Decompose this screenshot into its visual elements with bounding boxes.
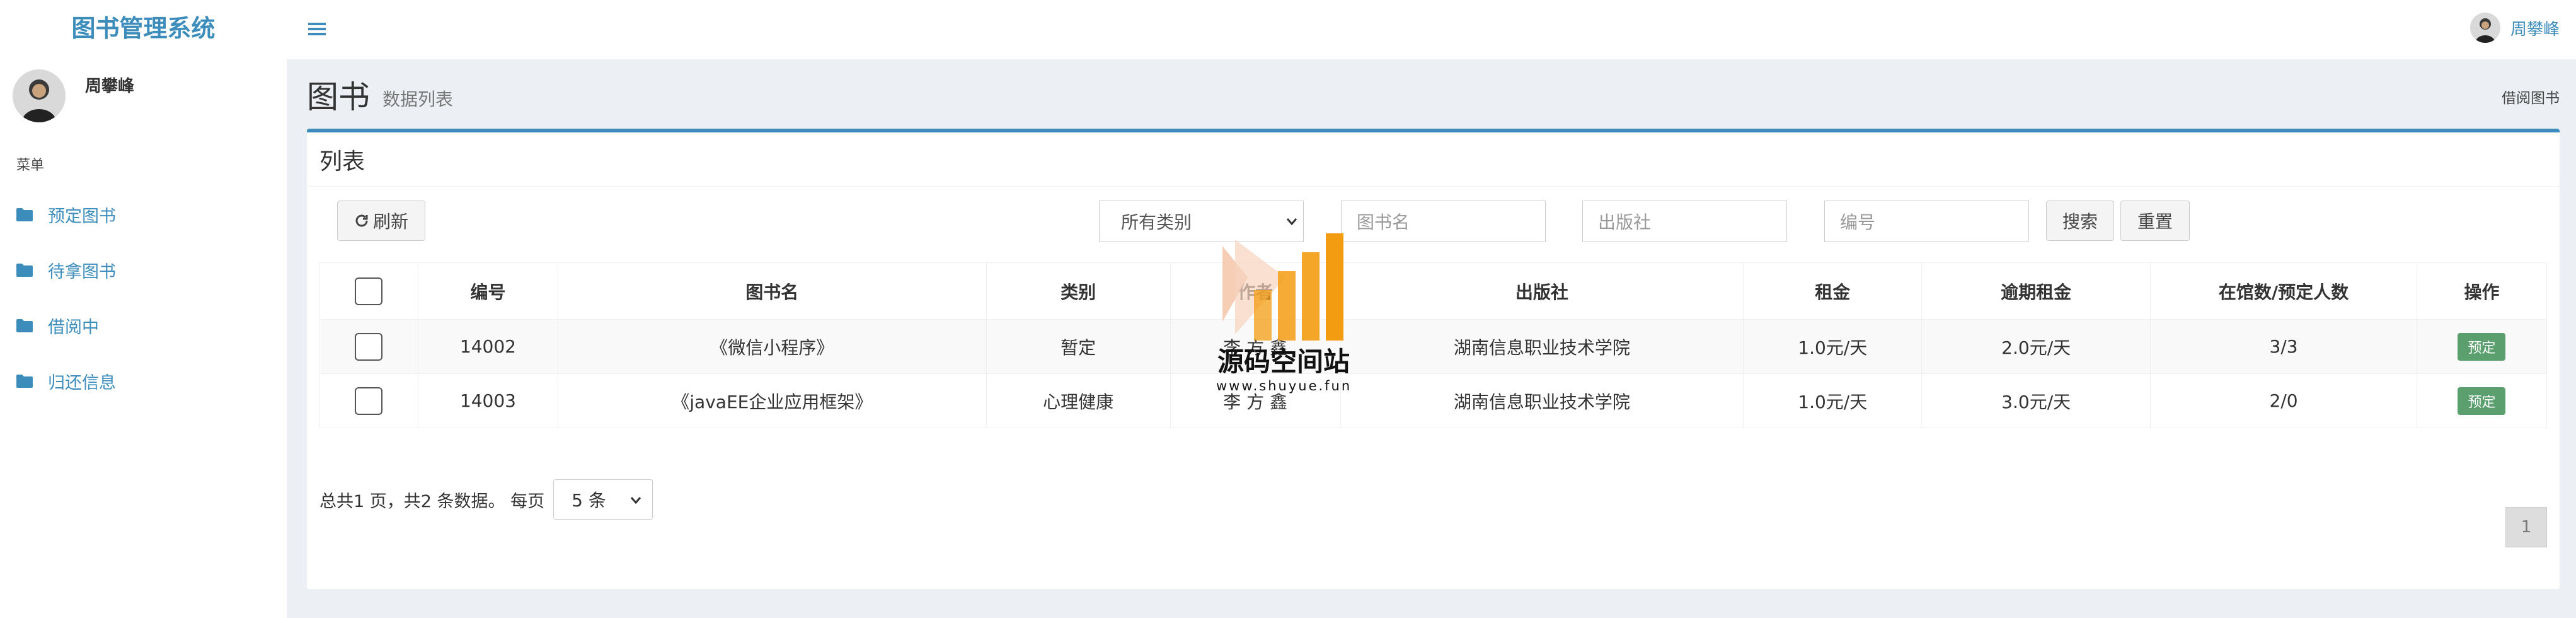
row-select-cell [319,373,418,428]
pagination-summary: 总共1 页，共2 条数据。 每页 [319,491,545,511]
header-rent: 租金 [1743,262,1923,320]
table-header-row: 编号 图书名 类别 作者 出版社 租金 逾期租金 在馆数/预定人数 操作 [319,262,2548,320]
cell-publisher: 湖南信息职业技术学院 [1340,373,1744,428]
hamburger-menu-icon[interactable] [306,18,328,40]
select-all-checkbox[interactable] [355,277,383,305]
chevron-down-icon [630,497,641,504]
cell-category: 暂定 [986,319,1171,374]
sidebar-item-label: 待拿图书 [48,262,116,282]
sidebar: 图书管理系统 周攀峰 菜单 预定图书 待拿图书 借阅中 归还信息 [0,0,287,618]
table-row: 14003 《javaEE企业应用框架》 心理健康 李 方 鑫 湖南信息职业技术… [319,373,2548,428]
box-title: 列表 [307,132,2560,187]
folder-icon [16,375,33,388]
page-size-select[interactable]: 5 条 [553,479,653,520]
row-select-cell [319,319,418,374]
folder-icon [16,208,33,221]
header-overdue-rent: 逾期租金 [1921,262,2151,320]
top-navbar: 周攀峰 [287,0,2576,59]
toolbar: 刷新 所有类别 图书名 出版社 编号 搜索 重置 [307,187,2560,260]
cell-book-name: 《javaEE企业应用框架》 [557,373,987,428]
top-user-name: 周攀峰 [2510,20,2560,39]
user-avatar [13,69,66,122]
cell-action: 预定 [2416,373,2548,428]
page-title: 图书 [307,79,370,115]
sidebar-item-return-info[interactable]: 归还信息 [0,353,287,409]
cell-overdue-rent: 3.0元/天 [1921,373,2151,428]
book-name-placeholder: 图书名 [1357,212,1410,233]
folder-icon [16,264,33,277]
category-select[interactable]: 所有类别 [1099,201,1304,242]
header-publisher: 出版社 [1340,262,1744,320]
cell-publisher: 湖南信息职业技术学院 [1340,319,1744,374]
user-panel: 周攀峰 [0,59,287,141]
content-header: 图书 数据列表 借阅图书 [307,69,2560,120]
sidebar-item-label: 借阅中 [48,317,99,337]
refresh-label: 刷新 [372,211,408,232]
pagination-page-1[interactable]: 1 [2505,507,2547,547]
sidebar-item-label: 预定图书 [48,206,116,226]
cell-action: 预定 [2416,319,2548,374]
header-number: 编号 [417,262,558,320]
page-subtitle: 数据列表 [382,89,454,110]
cell-rent: 1.0元/天 [1743,319,1923,374]
row-checkbox[interactable] [355,387,383,415]
select-all-cell [319,262,418,320]
category-selected-value: 所有类别 [1121,212,1192,233]
app-logo-title[interactable]: 图书管理系统 [0,0,287,59]
breadcrumb[interactable]: 借阅图书 [2502,86,2560,107]
header-book-name: 图书名 [557,262,987,320]
cell-stock: 3/3 [2150,319,2417,374]
watermark-url: www.shuyue.fun [1216,378,1352,394]
reserve-button[interactable]: 预定 [2458,332,2506,361]
header-action: 操作 [2416,262,2548,320]
header-stock: 在馆数/预定人数 [2150,262,2417,320]
user-name: 周攀峰 [85,77,135,96]
table-row: 14002 《微信小程序》 暂定 李 方 鑫 湖南信息职业技术学院 1.0元/天… [319,319,2548,374]
publisher-input[interactable]: 出版社 [1582,201,1787,242]
reset-button[interactable]: 重置 [2120,201,2190,241]
sidebar-item-label: 归还信息 [48,373,116,393]
pagination-info: 总共1 页，共2 条数据。 每页 5 条 [319,479,653,520]
row-checkbox[interactable] [355,332,383,361]
cell-number: 14003 [417,373,558,428]
cell-overdue-rent: 2.0元/天 [1921,319,2151,374]
header-category: 类别 [986,262,1171,320]
sidebar-item-reserve-books[interactable]: 预定图书 [0,187,287,242]
refresh-icon [355,214,368,227]
publisher-placeholder: 出版社 [1598,212,1652,233]
cell-stock: 2/0 [2150,373,2417,428]
list-box: 列表 刷新 所有类别 图书名 出版社 编号 搜索 重置 编号 图书名 类别 作者… [307,129,2560,589]
top-user-avatar [2470,13,2500,43]
cell-number: 14002 [417,319,558,374]
search-button[interactable]: 搜索 [2046,201,2114,241]
book-table: 编号 图书名 类别 作者 出版社 租金 逾期租金 在馆数/预定人数 操作 140… [319,262,2548,428]
top-user-menu[interactable]: 周攀峰 [2470,13,2560,43]
chevron-down-icon [1286,218,1297,226]
menu-header: 菜单 [16,158,45,173]
book-number-input[interactable]: 编号 [1824,201,2029,242]
cell-category: 心理健康 [986,373,1171,428]
cell-book-name: 《微信小程序》 [557,319,987,374]
cell-rent: 1.0元/天 [1743,373,1923,428]
book-table-wrapper: 编号 图书名 类别 作者 出版社 租金 逾期租金 在馆数/预定人数 操作 140… [319,262,2548,428]
folder-icon [16,319,33,332]
sidebar-item-pending-books[interactable]: 待拿图书 [0,242,287,298]
header-author: 作者 [1170,262,1341,320]
sidebar-item-borrowing[interactable]: 借阅中 [0,298,287,353]
refresh-button[interactable]: 刷新 [337,201,425,241]
book-number-placeholder: 编号 [1840,212,1876,233]
reserve-button[interactable]: 预定 [2458,387,2506,415]
watermark-text: 源码空间站 [1217,346,1350,377]
book-name-input[interactable]: 图书名 [1341,201,1546,242]
page-size-value: 5 条 [572,490,606,511]
